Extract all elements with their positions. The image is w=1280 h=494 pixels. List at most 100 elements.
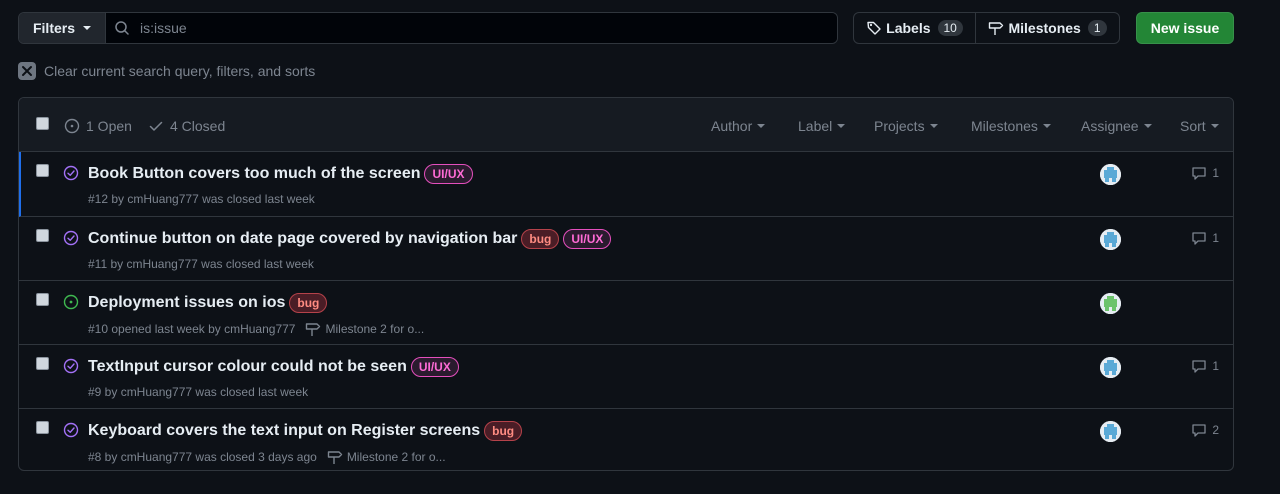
label-uiux[interactable]: UI/UX xyxy=(410,357,459,377)
issue-checkbox[interactable] xyxy=(36,421,49,434)
comment-count-link[interactable]: 1 xyxy=(1191,230,1219,246)
comment-count-link[interactable]: 1 xyxy=(1191,165,1219,181)
issues-toolbar: Filters Labels 10 Milestones xyxy=(18,12,1234,44)
search-icon xyxy=(115,21,129,35)
sort-menu[interactable]: Sort xyxy=(1180,118,1219,134)
milestone-name: Milestone 2 for o... xyxy=(325,322,425,336)
milestone-icon xyxy=(989,22,1004,35)
issues-list-header: 1 Open 4 Closed Author Label Projects Mi… xyxy=(19,98,1233,152)
issue-meta: #9 by cmHuang777 was closed last week xyxy=(88,385,308,399)
issue-row[interactable]: Keyboard covers the text input on Regist… xyxy=(19,409,1233,470)
select-all-checkbox[interactable] xyxy=(36,117,49,130)
label-bug[interactable]: bug xyxy=(484,421,523,441)
new-issue-button[interactable]: New issue xyxy=(1136,12,1234,44)
issue-title-line: Book Button covers too much of the scree… xyxy=(88,164,473,184)
chevron-down-icon xyxy=(1042,124,1051,128)
issue-open-icon xyxy=(64,118,80,134)
comment-count: 1 xyxy=(1212,166,1219,180)
issue-title-line: Deployment issues on ios bug xyxy=(88,293,328,313)
assignee-avatar[interactable] xyxy=(1100,357,1121,378)
search-input[interactable] xyxy=(138,19,837,37)
assignee-avatar[interactable] xyxy=(1100,164,1121,185)
label-bug[interactable]: bug xyxy=(289,293,328,313)
assignee-avatar[interactable] xyxy=(1100,421,1121,442)
filters-button[interactable]: Filters xyxy=(19,13,106,43)
labels-button[interactable]: Labels 10 xyxy=(854,13,976,43)
filter-search-group: Filters xyxy=(18,12,838,44)
closed-count-label: 4 Closed xyxy=(170,118,226,134)
comment-count: 1 xyxy=(1212,359,1219,373)
issue-closed-icon xyxy=(63,165,79,181)
issue-meta-text: #9 by cmHuang777 was closed last week xyxy=(88,385,309,399)
open-issues-tab[interactable]: 1 Open xyxy=(64,118,132,134)
issue-meta-text: #11 by cmHuang777 was closed last week xyxy=(88,257,314,271)
label-uiux[interactable]: UI/UX xyxy=(424,164,473,184)
issue-title-line: Continue button on date page covered by … xyxy=(88,229,612,249)
labels-label: Labels xyxy=(886,20,931,36)
issue-meta: #8 by cmHuang777 was closed 3 days ago M… xyxy=(88,449,446,465)
label-filter-label: Label xyxy=(798,118,833,134)
milestone-icon xyxy=(327,451,343,464)
assignee-avatar[interactable] xyxy=(1100,293,1121,314)
issue-checkbox[interactable] xyxy=(36,164,49,177)
milestone-link[interactable]: Milestone 2 for o... xyxy=(305,321,424,337)
issue-meta-text: #12 by cmHuang777 was closed last week xyxy=(88,192,315,206)
issue-meta: #11 by cmHuang777 was closed last week xyxy=(88,257,314,271)
milestones-count: 1 xyxy=(1087,20,1107,36)
issue-title-link[interactable]: TextInput cursor colour could not be see… xyxy=(88,358,407,376)
issue-closed-icon xyxy=(63,358,79,374)
closed-issues-tab[interactable]: 4 Closed xyxy=(148,118,225,134)
issue-row[interactable]: TextInput cursor colour could not be see… xyxy=(19,345,1233,409)
issue-meta: #12 by cmHuang777 was closed last week xyxy=(88,192,315,206)
issue-closed-icon xyxy=(63,422,79,438)
labels-milestones-group: Labels 10 Milestones 1 xyxy=(853,12,1120,44)
comment-count-link[interactable]: 1 xyxy=(1191,358,1219,374)
milestones-button[interactable]: Milestones 1 xyxy=(976,13,1119,43)
projects-filter-menu[interactable]: Projects xyxy=(874,118,938,134)
search-box[interactable] xyxy=(106,13,837,43)
issue-title-link[interactable]: Book Button covers too much of the scree… xyxy=(88,165,420,183)
issue-open-icon xyxy=(63,294,79,310)
label-bug[interactable]: bug xyxy=(521,229,560,249)
label-uiux[interactable]: UI/UX xyxy=(563,229,612,249)
milestones-filter-menu[interactable]: Milestones xyxy=(971,118,1051,134)
author-filter-label: Author xyxy=(711,118,753,134)
comment-count: 2 xyxy=(1212,423,1219,437)
assignee-filter-menu[interactable]: Assignee xyxy=(1081,118,1152,134)
issue-checkbox[interactable] xyxy=(36,293,49,306)
comment-icon xyxy=(1192,424,1206,437)
chevron-down-icon xyxy=(757,124,766,128)
projects-filter-label: Projects xyxy=(874,118,925,134)
author-filter-menu[interactable]: Author xyxy=(711,118,766,134)
sort-label: Sort xyxy=(1180,118,1206,134)
labels-count: 10 xyxy=(937,20,963,36)
issue-checkbox[interactable] xyxy=(36,229,49,242)
issue-meta-text: #10 opened last week by cmHuang777 xyxy=(88,322,296,336)
milestone-icon xyxy=(306,323,321,336)
milestone-link[interactable]: Milestone 2 for o... xyxy=(327,449,446,465)
issue-title-link[interactable]: Keyboard covers the text input on Regist… xyxy=(88,422,480,440)
check-icon xyxy=(149,121,163,131)
issue-row[interactable]: Book Button covers too much of the scree… xyxy=(19,152,1233,217)
clear-filters-text: Clear current search query, filters, and… xyxy=(44,63,316,79)
chevron-down-icon xyxy=(1143,124,1152,128)
issue-title-link[interactable]: Continue button on date page covered by … xyxy=(88,230,517,248)
tag-icon xyxy=(867,21,881,35)
issue-meta-text: #8 by cmHuang777 was closed 3 days ago xyxy=(88,450,317,464)
assignee-filter-label: Assignee xyxy=(1081,118,1139,134)
issue-title-line: TextInput cursor colour could not be see… xyxy=(88,357,459,377)
close-icon xyxy=(18,62,36,80)
issue-checkbox[interactable] xyxy=(36,357,49,370)
comment-count-link[interactable]: 2 xyxy=(1191,422,1219,438)
issue-row[interactable]: Continue button on date page covered by … xyxy=(19,217,1233,281)
chevron-down-icon xyxy=(83,26,91,30)
issue-closed-icon xyxy=(63,230,79,246)
issue-row[interactable]: Deployment issues on ios bug #10 opened … xyxy=(19,281,1233,345)
milestones-filter-label: Milestones xyxy=(971,118,1038,134)
issue-title-line: Keyboard covers the text input on Regist… xyxy=(88,421,523,441)
clear-filters-link[interactable]: Clear current search query, filters, and… xyxy=(18,62,315,80)
issues-list: 1 Open 4 Closed Author Label Projects Mi… xyxy=(18,97,1234,471)
issue-title-link[interactable]: Deployment issues on ios xyxy=(88,294,285,312)
label-filter-menu[interactable]: Label xyxy=(798,118,846,134)
assignee-avatar[interactable] xyxy=(1100,229,1121,250)
